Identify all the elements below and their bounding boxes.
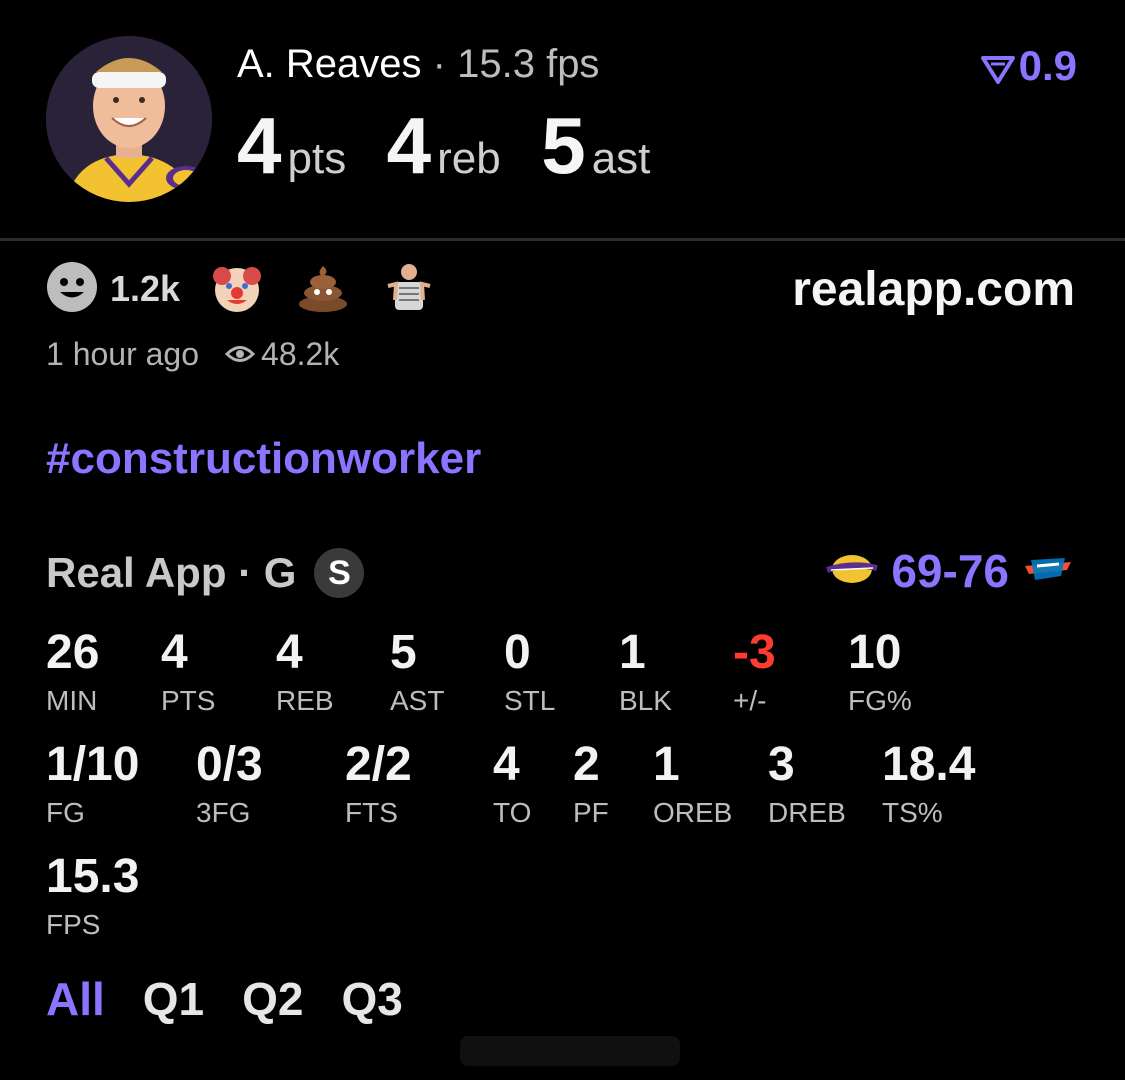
stat-3fg: 0/3 3FG — [196, 738, 263, 830]
big-stat-ast-unit: ast — [591, 134, 651, 183]
stat-blk: 1 BLK — [619, 626, 672, 718]
stat-min: 26 MIN — [46, 626, 99, 718]
stat-value: 4 — [276, 626, 303, 679]
player-sticker-icon[interactable] — [382, 260, 436, 319]
stat-label: TS% — [882, 797, 943, 828]
stat-fts: 2/2 FTS — [345, 738, 412, 830]
post-meta: 1 hour ago 48.2k — [46, 336, 339, 373]
stat-label: REB — [276, 685, 334, 716]
stats-source: Real App · G S — [46, 548, 365, 598]
stat-value: 1 — [653, 738, 680, 791]
stat-value: 2/2 — [345, 738, 412, 791]
stat-value: 2 — [573, 738, 600, 791]
stat-fg-pct: 10 FG% — [848, 626, 912, 718]
stat-value: 18.4 — [882, 738, 976, 791]
stat-value: 1/10 — [46, 738, 140, 791]
smiley-reaction-icon[interactable] — [46, 261, 98, 318]
stat-label: BLK — [619, 685, 672, 716]
hashtag-link[interactable]: #constructionworker — [46, 434, 481, 484]
lakers-logo-icon — [825, 554, 879, 589]
stat-label: FTS — [345, 797, 398, 828]
stat-ast: 5 AST — [390, 626, 444, 718]
source-label: Real App · G — [46, 549, 297, 596]
big-stats: 4 pts 4 reb 5 ast — [237, 100, 686, 192]
big-stat-pts-unit: pts — [287, 134, 347, 183]
player-header-line: A. Reaves · 15.3 fps — [237, 42, 599, 87]
stat-oreb: 1 OREB — [653, 738, 732, 830]
stat-stl: 0 STL — [504, 626, 555, 718]
stat-value: -3 — [733, 626, 776, 679]
reactions-row: 1.2k — [46, 260, 468, 319]
stat-value: 10 — [848, 626, 902, 679]
stat-label: +/- — [733, 685, 767, 716]
stat-value: 26 — [46, 626, 100, 679]
stat-value: 4 — [493, 738, 520, 791]
stat-plus-minus: -3 +/- — [733, 626, 776, 718]
stat-label: PF — [573, 797, 609, 828]
rating-value: 0.9 — [1018, 42, 1077, 89]
clown-emoji-icon[interactable] — [210, 260, 264, 319]
stat-value: 0/3 — [196, 738, 263, 791]
stat-label: MIN — [46, 685, 98, 716]
tab-q3[interactable]: Q3 — [342, 972, 403, 1026]
stat-label: 3FG — [196, 797, 251, 828]
tab-q1[interactable]: Q1 — [143, 972, 204, 1026]
stat-label: OREB — [653, 797, 733, 828]
header-divider — [0, 238, 1125, 241]
tab-all[interactable]: All — [46, 972, 105, 1026]
poop-emoji-icon[interactable] — [296, 260, 350, 319]
stat-label: TO — [493, 797, 532, 828]
stat-label: DREB — [768, 797, 846, 828]
player-name[interactable]: A. Reaves — [237, 42, 422, 86]
stat-label: PTS — [161, 685, 216, 716]
stat-label: FG — [46, 797, 85, 828]
player-avatar[interactable] — [46, 36, 212, 202]
stat-reb: 4 REB — [276, 626, 334, 718]
stat-label: STL — [504, 685, 556, 716]
tab-q2[interactable]: Q2 — [242, 972, 303, 1026]
period-tabs: All Q1 Q2 Q3 — [46, 972, 441, 1026]
stat-label: AST — [390, 685, 445, 716]
stat-value: 0 — [504, 626, 531, 679]
score-text: 69-76 — [891, 545, 1009, 597]
view-count: 48.2k — [261, 336, 340, 372]
stat-to: 4 TO — [493, 738, 531, 830]
stat-label: FG% — [848, 685, 912, 716]
big-stat-ast-value: 5 — [541, 101, 586, 190]
fps-text: 15.3 fps — [457, 42, 600, 86]
big-stat-pts-value: 4 — [237, 101, 282, 190]
post-time: 1 hour ago — [46, 336, 200, 372]
stat-fg: 1/10 FG — [46, 738, 139, 830]
stat-dreb: 3 DREB — [768, 738, 846, 830]
watermark — [460, 1036, 680, 1066]
stat-value: 4 — [161, 626, 188, 679]
game-score[interactable]: 69-76 — [825, 544, 1075, 598]
okc-logo-icon — [1021, 554, 1075, 589]
stat-value: 1 — [619, 626, 646, 679]
rating[interactable]: 0.9 — [980, 42, 1077, 90]
stat-ts-pct: 18.4 TS% — [882, 738, 975, 830]
site-link[interactable]: realapp.com — [792, 262, 1075, 317]
stat-value: 5 — [390, 626, 417, 679]
stat-pf: 2 PF — [573, 738, 609, 830]
stat-label: FPS — [46, 909, 101, 940]
big-stat-reb-unit: reb — [437, 134, 501, 183]
stat-value: 15.3 — [46, 850, 140, 903]
separator-dot: · — [432, 42, 446, 86]
stat-fps: 15.3 FPS — [46, 850, 139, 942]
big-stat-reb-value: 4 — [386, 101, 432, 190]
stat-pts: 4 PTS — [161, 626, 215, 718]
filter-v-icon — [980, 55, 1015, 84]
reaction-count: 1.2k — [110, 268, 181, 309]
status-badge: S — [314, 548, 365, 598]
stat-value: 3 — [768, 738, 795, 791]
eye-icon — [224, 336, 256, 373]
